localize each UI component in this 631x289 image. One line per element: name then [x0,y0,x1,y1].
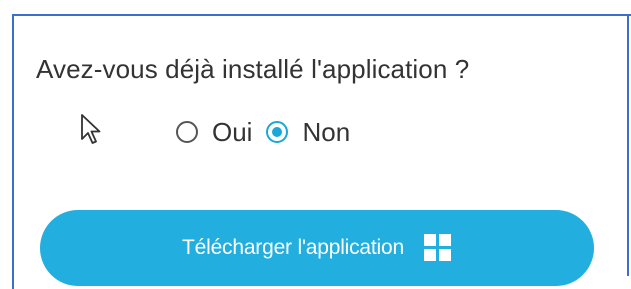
frame-border-right [627,14,629,276]
radio-option-oui[interactable]: Oui [176,117,252,148]
download-app-button[interactable]: Télécharger l'application [40,210,594,286]
install-prompt-panel: Avez-vous déjà installé l'application ? … [0,0,631,289]
arrow-cursor-icon [81,114,101,144]
install-question: Avez-vous déjà installé l'application ? [36,54,470,84]
radio-label-oui: Oui [212,116,253,147]
radio-button-non[interactable] [266,121,289,143]
radio-label-non: Non [302,116,351,147]
radio-option-non[interactable]: Non [266,117,350,148]
frame-border-left [12,14,14,289]
frame-border-top [12,14,631,16]
radio-button-oui[interactable] [176,121,198,143]
download-button-label: Télécharger l'application [182,236,404,259]
windows-icon [423,234,452,262]
install-radio-group: Oui Non [176,112,364,152]
